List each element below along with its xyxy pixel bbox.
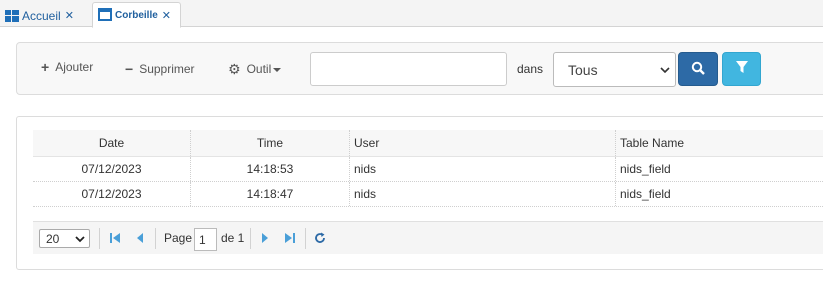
page-label: Page bbox=[164, 231, 193, 245]
plus-icon: + bbox=[41, 59, 50, 75]
delete-label: Supprimer bbox=[139, 62, 195, 76]
windows-icon bbox=[5, 9, 19, 23]
add-label: Ajouter bbox=[55, 60, 94, 74]
tab-corbeille[interactable]: Corbeille ✕ bbox=[92, 2, 181, 28]
column-header-table-name[interactable]: Table Name bbox=[615, 130, 823, 156]
cell-time: 14:18:53 bbox=[190, 157, 349, 181]
cell-user: nids bbox=[349, 157, 615, 181]
tab-accueil[interactable]: Accueil ✕ bbox=[0, 4, 86, 27]
page-size-value: 20 bbox=[46, 231, 60, 246]
chevron-down-icon bbox=[75, 233, 85, 247]
pager-divider bbox=[305, 228, 306, 249]
page-size-select[interactable]: 20 bbox=[39, 229, 90, 248]
search-input[interactable] bbox=[310, 52, 507, 86]
first-page-icon[interactable] bbox=[108, 231, 122, 245]
data-grid: Date Time User Table Name 07/12/2023 14:… bbox=[33, 130, 823, 207]
column-header-user[interactable]: User bbox=[349, 130, 615, 156]
refresh-icon[interactable] bbox=[313, 231, 327, 245]
search-icon bbox=[691, 61, 705, 78]
cell-table-name: nids_field bbox=[615, 157, 823, 181]
close-icon[interactable]: ✕ bbox=[65, 9, 74, 22]
minus-icon: − bbox=[125, 61, 134, 77]
last-page-icon[interactable] bbox=[283, 231, 297, 245]
cell-time: 14:18:47 bbox=[190, 182, 349, 206]
tool-label: Outil bbox=[246, 62, 272, 76]
column-header-time[interactable]: Time bbox=[190, 130, 349, 156]
chevron-down-icon bbox=[655, 66, 675, 73]
close-icon[interactable]: ✕ bbox=[162, 9, 171, 22]
pager-divider bbox=[250, 228, 251, 249]
cell-date: 07/12/2023 bbox=[81, 162, 142, 176]
window-icon bbox=[98, 8, 112, 22]
toolbar: + Ajouter − Supprimer ⚙ Outil dans Tous bbox=[16, 42, 823, 95]
tool-dropdown-button[interactable]: ⚙ Outil bbox=[228, 61, 282, 77]
pager-divider bbox=[99, 228, 100, 249]
previous-page-icon[interactable] bbox=[133, 231, 147, 245]
filter-button[interactable] bbox=[722, 52, 761, 86]
pager-divider bbox=[155, 228, 156, 249]
search-scope-value: Tous bbox=[568, 61, 598, 78]
add-button[interactable]: + Ajouter bbox=[41, 60, 93, 74]
tab-label: Accueil bbox=[22, 8, 61, 23]
grid-panel: Date Time User Table Name 07/12/2023 14:… bbox=[16, 116, 823, 270]
cell-table-name: nids_field bbox=[615, 182, 823, 206]
delete-button[interactable]: − Supprimer bbox=[125, 62, 195, 76]
search-scope-select[interactable]: Tous bbox=[553, 52, 676, 87]
search-button[interactable] bbox=[678, 52, 718, 86]
page-count-label: de 1 bbox=[221, 231, 245, 245]
pager: 20 Page 1 de 1 bbox=[33, 221, 823, 254]
table-row[interactable]: 07/12/2023 14:18:53 nids nids_field bbox=[33, 157, 823, 182]
column-header-date[interactable]: Date bbox=[33, 130, 190, 156]
page-number-value: 1 bbox=[199, 232, 206, 247]
cell-date: 07/12/2023 bbox=[81, 187, 142, 201]
filter-icon bbox=[735, 61, 748, 77]
caret-down-icon bbox=[273, 67, 282, 72]
tab-label: Corbeille bbox=[115, 9, 158, 21]
next-page-icon[interactable] bbox=[258, 231, 272, 245]
table-row[interactable]: 07/12/2023 14:18:47 nids nids_field bbox=[33, 182, 823, 207]
search-scope-label: dans bbox=[517, 62, 544, 76]
gear-icon: ⚙ bbox=[228, 61, 241, 77]
tab-strip: Accueil ✕ Corbeille ✕ bbox=[0, 0, 823, 28]
cell-user: nids bbox=[349, 182, 615, 206]
grid-header: Date Time User Table Name bbox=[33, 130, 823, 157]
page-number-input[interactable]: 1 bbox=[194, 228, 217, 251]
